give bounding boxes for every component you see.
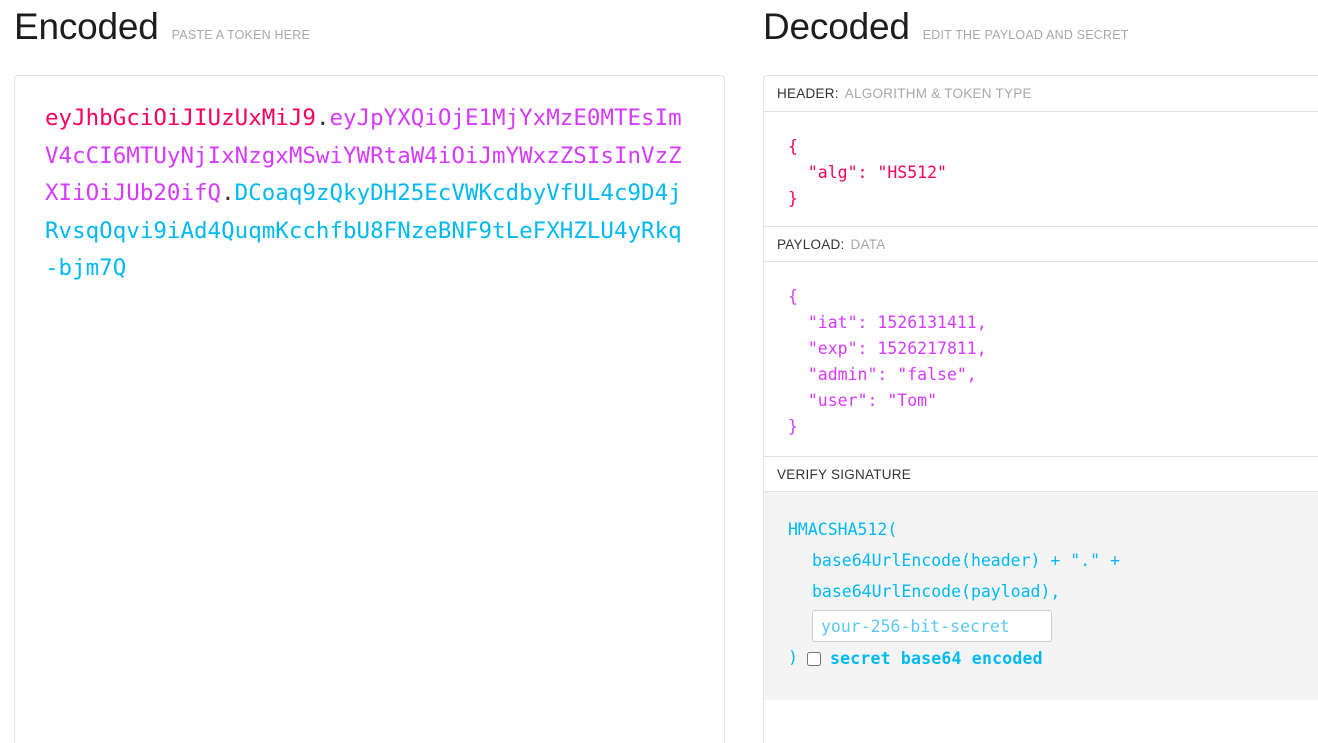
secret-base64-encoded-label[interactable]: secret base64 encoded bbox=[830, 649, 1043, 668]
signature-close-row: ) secret base64 encoded bbox=[764, 649, 1318, 668]
signature-section-bar: VERIFY SIGNATURE bbox=[764, 456, 1318, 492]
header-json-editor[interactable]: { "alg": "HS512" } bbox=[764, 112, 1318, 226]
header-json-line: { bbox=[788, 137, 798, 156]
encoded-heading: Encoded PASTE A TOKEN HERE bbox=[14, 8, 310, 45]
decoded-token-panel: HEADER: ALGORITHM & TOKEN TYPE { "alg": … bbox=[763, 75, 1318, 743]
token-separator-1: . bbox=[315, 105, 330, 131]
header-section-hint: ALGORITHM & TOKEN TYPE bbox=[844, 86, 1032, 101]
payload-json-editor[interactable]: { "iat": 1526131411, "exp": 1526217811, … bbox=[764, 262, 1318, 456]
decoded-subtitle: EDIT THE PAYLOAD AND SECRET bbox=[922, 28, 1129, 42]
base64-header-line: base64UrlEncode(header) + "." + bbox=[812, 551, 1120, 570]
payload-section-hint: DATA bbox=[850, 236, 886, 252]
payload-section-bar: PAYLOAD: DATA bbox=[764, 226, 1318, 262]
header-section-bar: HEADER: ALGORITHM & TOKEN TYPE bbox=[764, 76, 1318, 112]
signature-section-label: VERIFY SIGNATURE bbox=[777, 466, 912, 482]
token-separator-2: . bbox=[221, 180, 235, 206]
closing-paren: ) bbox=[788, 648, 798, 668]
jwt-debugger-page: Encoded PASTE A TOKEN HERE eyJhbGciOiJIU… bbox=[0, 0, 1318, 743]
secret-input-row bbox=[764, 610, 1318, 642]
encoded-title: Encoded bbox=[14, 6, 159, 47]
decoded-heading: Decoded EDIT THE PAYLOAD AND SECRET bbox=[763, 8, 1129, 45]
token-header-segment: eyJhbGciOiJIUzUxMiJ9 bbox=[45, 105, 316, 131]
header-json-line: "alg": "HS512" bbox=[788, 163, 947, 182]
encoded-subtitle: PASTE A TOKEN HERE bbox=[171, 28, 311, 42]
base64-payload-line: base64UrlEncode(payload), bbox=[812, 582, 1061, 601]
encoded-token-panel[interactable]: eyJhbGciOiJIUzUxMiJ9.eyJpYXQiOjE1MjYxMzE… bbox=[14, 75, 725, 743]
header-json-line: } bbox=[788, 189, 798, 208]
secret-input[interactable] bbox=[812, 610, 1052, 642]
payload-json-line: "user": "Tom" bbox=[788, 391, 938, 410]
payload-json-line: } bbox=[788, 417, 798, 436]
decoded-title: Decoded bbox=[763, 6, 910, 47]
secret-base64-encoded-checkbox[interactable] bbox=[806, 651, 821, 666]
payload-json-line: "admin": "false", bbox=[788, 365, 977, 384]
payload-json-line: "iat": 1526131411, bbox=[788, 313, 987, 332]
hmac-function-line: HMACSHA512( bbox=[788, 520, 898, 539]
payload-section-label: PAYLOAD: bbox=[777, 236, 845, 252]
header-section-label: HEADER: bbox=[777, 86, 839, 101]
signature-verification-block: HMACSHA512( base64UrlEncode(header) + ".… bbox=[764, 492, 1318, 700]
payload-json-line: "exp": 1526217811, bbox=[788, 339, 987, 358]
encoded-token-text[interactable]: eyJhbGciOiJIUzUxMiJ9.eyJpYXQiOjE1MjYxMzE… bbox=[45, 100, 694, 288]
payload-json-line: { bbox=[788, 287, 798, 306]
